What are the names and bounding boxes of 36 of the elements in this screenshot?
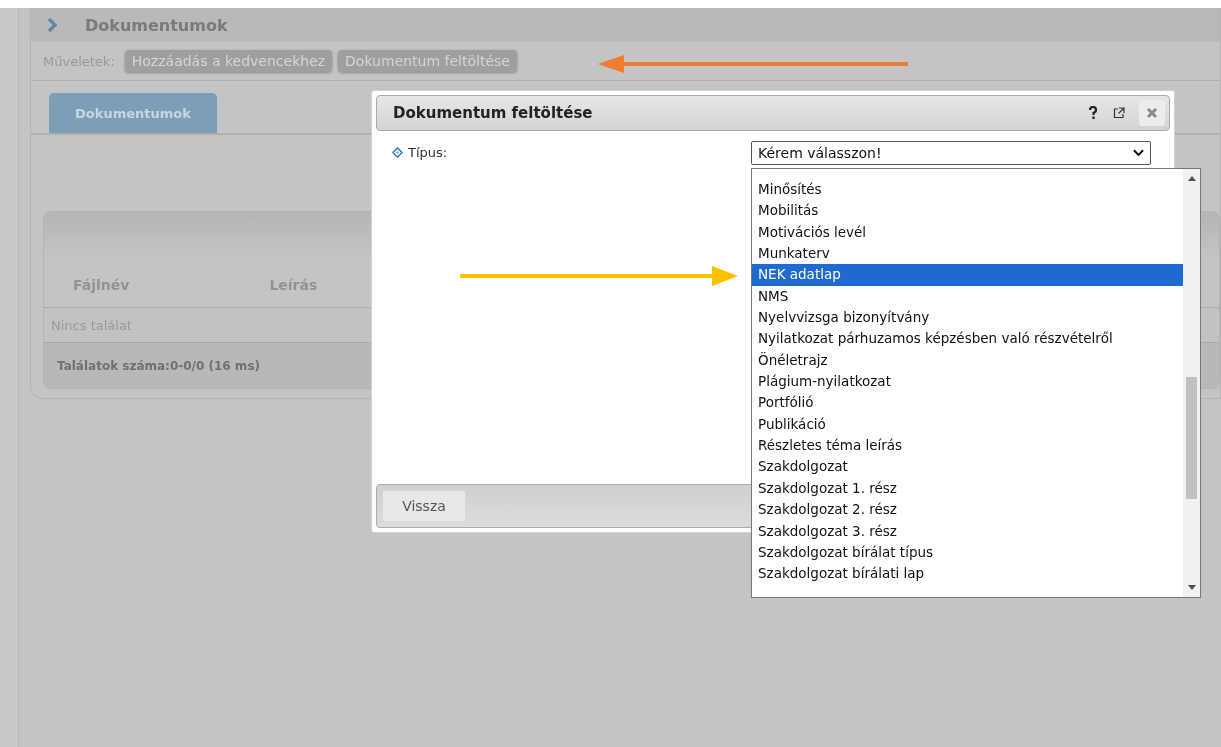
dropdown-option[interactable]: NMS [752,285,1183,308]
dropdown-option[interactable]: Mobilitás [752,200,1183,222]
dropdown-option[interactable]: Motivációs levél [752,221,1183,244]
help-icon[interactable] [1087,106,1099,120]
scroll-down-icon[interactable] [1187,585,1196,590]
dropdown-option[interactable]: Publikáció [752,413,1183,436]
dropdown-option[interactable]: Önéletrajz [752,349,1183,372]
close-button[interactable] [1139,100,1165,126]
chevron-icon [47,18,57,32]
scroll-up-icon[interactable] [1187,176,1196,181]
dropdown-option[interactable]: Portfólió [752,392,1183,414]
dropdown-option[interactable]: Szakdolgozat 3. rész [752,520,1183,542]
external-link-icon[interactable] [1113,106,1125,120]
close-icon [1146,107,1158,119]
dropdown-option[interactable]: Szakdolgozat bírálati lap [752,563,1183,585]
dropdown-option[interactable]: Szakdolgozat 2. rész [752,499,1183,521]
field-label: Típus: [408,145,448,160]
dropdown-option[interactable]: Nyilatkozat párhuzamos képzésben való részvételről [752,328,1183,350]
dropdown-option[interactable]: Szakdolgozat bírálat típus [752,541,1183,564]
dropdown-option[interactable]: Plágium-nyilatkozat [752,371,1183,393]
dropdown-option[interactable]: Részletes téma leírás [752,435,1183,457]
dropdown-option[interactable]: Szakdolgozat [752,456,1183,478]
type-select[interactable]: Kérem válasszon! [751,141,1151,165]
dialog-title: Dokumentum feltöltése [393,104,593,122]
scroll-thumb[interactable] [1186,377,1197,499]
dropdown-option[interactable]: Minősítés [752,179,1183,201]
dropdown-option[interactable]: NEK adatlap [752,264,1183,286]
page-title: Dokumentumok [85,15,228,35]
diamond-icon [392,147,403,158]
dropdown-option[interactable]: Munkaterv [752,243,1183,265]
dropdown-option[interactable]: Nyelvvizsga bizonyítvány [752,307,1183,329]
scrollbar[interactable] [1183,169,1200,597]
dropdown-option[interactable]: Szakdolgozat 1. rész [752,477,1183,500]
results-count: Találatok száma:0-0/0 (16 ms) [57,358,260,373]
back-button[interactable]: Vissza [382,490,466,522]
chevron-down-icon [1133,149,1144,157]
